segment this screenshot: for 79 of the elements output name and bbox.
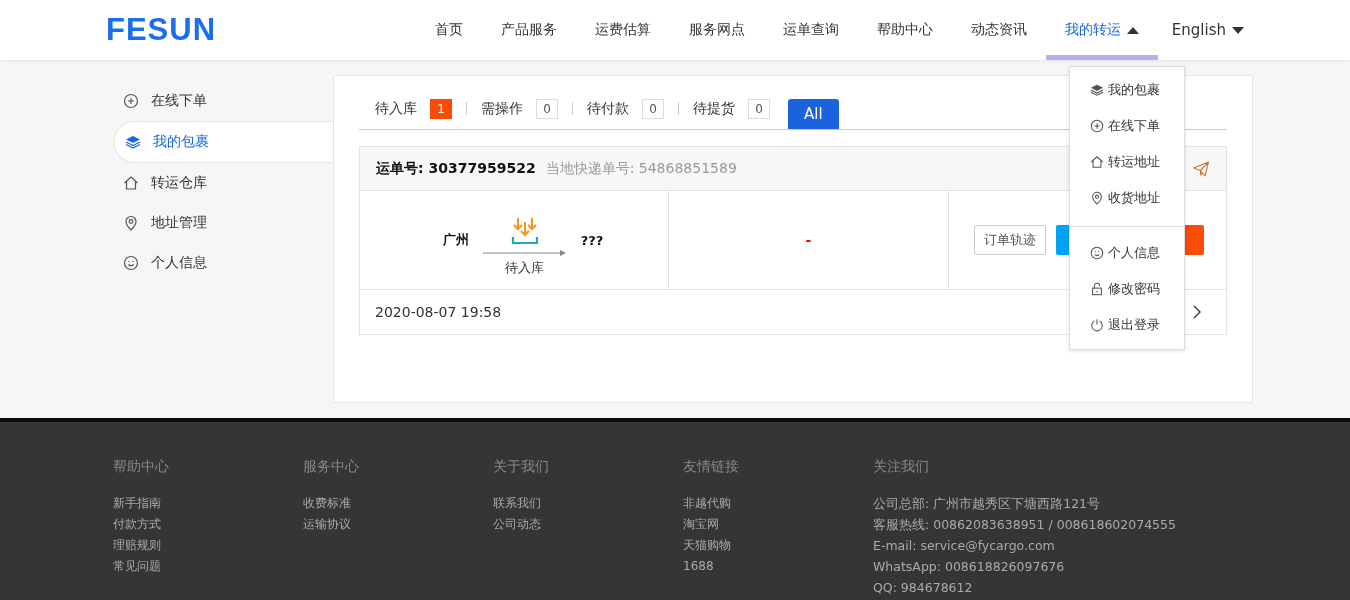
- plus-circle-icon: [1090, 119, 1104, 133]
- location-pin-icon: [123, 215, 139, 231]
- footer-link[interactable]: 淘宝网: [683, 514, 719, 535]
- local-tracking-number: 当地快递单号: 54868851589: [545, 159, 737, 178]
- contact-line: WhatsApp: 008618826097676: [873, 558, 1065, 576]
- footer-heading: 帮助中心: [113, 458, 169, 476]
- menu-item[interactable]: 收货地址: [1070, 180, 1184, 216]
- track-button[interactable]: 订单轨迹: [974, 225, 1046, 255]
- status-tab[interactable]: 待付款 0: [573, 93, 678, 124]
- footer-heading: 关于我们: [493, 458, 549, 476]
- status-tab[interactable]: 待入库 1: [359, 93, 466, 124]
- sidebar-item[interactable]: 在线下单: [113, 81, 333, 121]
- status-tab[interactable]: 待提货 0: [679, 93, 784, 124]
- layers-icon: [125, 134, 141, 150]
- nav-link[interactable]: 帮助中心: [857, 0, 952, 60]
- contact-line: E-mail: service@fycargo.com: [873, 537, 1055, 555]
- footer-link[interactable]: 付款方式: [113, 514, 161, 535]
- paper-plane-icon: [1192, 159, 1210, 178]
- status-tab[interactable]: 需操作 0: [467, 93, 572, 124]
- menu-item[interactable]: 个人信息: [1070, 235, 1184, 271]
- menu-item[interactable]: 转运地址: [1070, 144, 1184, 180]
- status-tab[interactable]: All: [788, 99, 839, 129]
- sidebar-item[interactable]: 个人信息: [113, 243, 333, 283]
- nav-link[interactable]: 动态资讯: [951, 0, 1046, 60]
- count-badge: 1: [430, 98, 452, 119]
- count-badge: 0: [536, 98, 558, 119]
- contact-line: 公司总部: 广州市越秀区下塘西路121号: [873, 495, 1101, 513]
- language-selector[interactable]: English: [1157, 0, 1250, 60]
- footer-link[interactable]: 收费标准: [303, 493, 351, 514]
- menu-item[interactable]: 我的包裹: [1070, 72, 1184, 108]
- footer-heading: 服务中心: [303, 458, 359, 476]
- destination-city: ???: [580, 232, 604, 248]
- location-pin-icon: [1090, 191, 1104, 205]
- house-icon: [1090, 155, 1104, 169]
- sidebar-item[interactable]: 转运仓库: [113, 163, 333, 203]
- order-date: 2020-08-07 19:58: [375, 304, 502, 320]
- power-icon: [1090, 318, 1104, 332]
- footer-link[interactable]: 非越代购: [683, 493, 731, 514]
- count-badge: 0: [642, 98, 664, 119]
- smiley-icon: [123, 255, 139, 271]
- nav-link[interactable]: 首页: [415, 0, 482, 60]
- smiley-icon: [1090, 246, 1104, 260]
- status-text: -: [805, 232, 812, 248]
- caret-icon: [1126, 26, 1139, 34]
- chevron-right-icon: [1192, 305, 1202, 319]
- footer-heading: 关注我们: [873, 458, 929, 476]
- footer-link[interactable]: 运输协议: [303, 514, 351, 535]
- logo[interactable]: FESUN: [106, 12, 217, 48]
- inbound-arrows-icon: [509, 217, 540, 247]
- footer-link[interactable]: 天猫购物: [683, 535, 731, 556]
- contact-line: 客服热线: 00862083638951 / 008618602074555: [873, 516, 1176, 534]
- nav-link[interactable]: 服务网点: [669, 0, 764, 60]
- layers-icon: [1090, 83, 1104, 97]
- footer-heading: 友情链接: [683, 458, 739, 476]
- caret-icon: [1232, 26, 1244, 34]
- footer-link[interactable]: 理赔规则: [113, 535, 161, 556]
- padlock-icon: [1090, 282, 1104, 296]
- house-icon: [123, 175, 139, 191]
- footer-link[interactable]: 1688: [683, 556, 714, 577]
- footer-link[interactable]: 联系我们: [493, 493, 541, 514]
- arrow-line-icon: [482, 249, 567, 257]
- plus-circle-icon: [123, 93, 139, 109]
- footer-link[interactable]: 常见问题: [113, 556, 161, 577]
- origin-city: 广州: [442, 231, 469, 249]
- menu-item[interactable]: 在线下单: [1070, 108, 1184, 144]
- nav-link[interactable]: 运单查询: [763, 0, 858, 60]
- nav-link[interactable]: 产品服务: [481, 0, 576, 60]
- waybill-number: 运单号: 30377959522: [376, 159, 536, 178]
- footer-link[interactable]: 公司动态: [493, 514, 541, 535]
- nav-link[interactable]: 我的转运: [1045, 0, 1158, 60]
- sidebar-item[interactable]: 我的包裹: [114, 121, 333, 163]
- menu-item[interactable]: 修改密码: [1070, 271, 1184, 307]
- nav-link[interactable]: 运费估算: [575, 0, 670, 60]
- sidebar-item[interactable]: 地址管理: [113, 203, 333, 243]
- count-badge: 0: [748, 98, 770, 119]
- contact-line: QQ: 984678612: [873, 579, 973, 597]
- stage-label: 待入库: [505, 259, 545, 277]
- menu-item[interactable]: 退出登录: [1070, 307, 1184, 343]
- footer-link[interactable]: 新手指南: [113, 493, 161, 514]
